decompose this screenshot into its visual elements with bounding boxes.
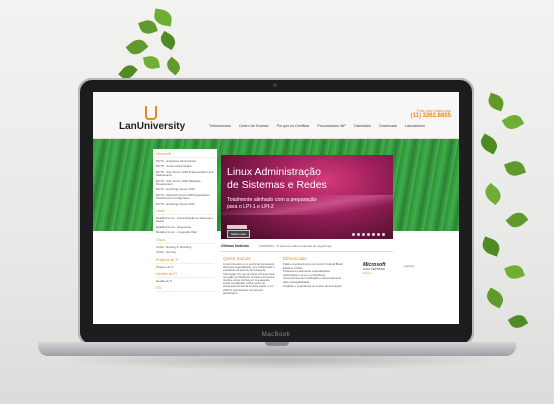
sidebar-link[interactable]: MCTS - Enterprise Administrator [156,159,214,163]
laptop-base [38,342,516,356]
sidebar-section-title: Microsoft [156,152,214,158]
laptop-brand: MacBook [261,332,291,338]
sidebar-section-title: Projetos de TI [156,258,214,264]
laptop-notch [265,342,289,346]
nav-item[interactable]: Laboratórios [405,124,425,128]
nav-item[interactable]: Downloads [379,124,397,128]
sidebar-link[interactable]: CCNA - Routing & Switching [156,245,214,249]
sidebar-link[interactable]: Projetos de TI [156,265,214,269]
news-ticker: Últimas Notícias 10/03/2012 - Ti precisa… [221,242,393,252]
site-logo[interactable]: LanUniversity [119,106,185,136]
nav-item[interactable]: Calendário [354,124,371,128]
carousel-dot[interactable] [352,233,355,236]
sidebar-link[interactable]: MCTS - Exchange Server 2010 [156,202,214,206]
carousel-dots [352,233,385,236]
logo-u-icon [145,106,157,120]
contact-box: Fale com Matrícula (11) 3262.8805 [411,108,451,119]
partner-side: Learning [404,265,415,268]
sidebar-section-title: ITIL [156,286,214,293]
banner-subtitle-line2: para o LPI-1 e LPI-2 [227,204,274,210]
partner-line: GOLD CERTIFIED [363,268,385,271]
hero-banner[interactable]: Linux Administração de Sistemas e Redes … [221,155,393,239]
sidebar-link[interactable]: MCTS - Server Administrator [156,164,214,168]
logo-text: LanUniversity [119,121,186,132]
news-heading: Últimas Notícias [221,244,249,248]
site-header: LanUniversity Treinamentos Centro de Exa… [93,92,459,139]
banner-title-line2: de Sistemas e Redes [227,179,327,191]
sidebar-section-title: Cisco [156,238,214,244]
sidebar-link[interactable]: MetaRed Linux - Segurança [156,225,214,229]
sidebar-link[interactable]: MCTS - Windows Server 2008 Applications … [156,193,214,201]
carousel-dot[interactable] [377,233,380,236]
sidebar-link[interactable]: MetaRed Linux - Administração de Sistema… [156,216,214,224]
about-heading: Quem Somos [223,256,251,261]
carousel-dot[interactable] [372,233,375,236]
differentials-heading: Diferenciais [283,256,307,261]
carousel-dot[interactable] [362,233,365,236]
sidebar-link[interactable]: MCTS - SQL Server 2008 Implementation an… [156,170,214,178]
banner-title-line1: Linux Administração [227,166,321,178]
sidebar-link[interactable]: MCTS - Exchange Server 2010 [156,188,214,192]
nav-item[interactable]: Centro de Exames [239,124,269,128]
about-text: A Lan University é um centro de treiname… [223,263,276,295]
nav-item[interactable]: Por que os Certificar [277,124,310,128]
carousel-dot[interactable] [357,233,360,236]
partner-tag: Partner [363,272,372,275]
partner-badge: Microsoft GOLD CERTIFIED Partner Learnin… [363,262,414,275]
differential-item: Tradição e experiência no ensino de tecn… [283,283,342,288]
plant-right [470,92,540,355]
sidebar-link[interactable]: Gestão de TI [156,279,214,283]
course-sidebar: Microsoft MCTS - Enterprise Administrato… [153,149,217,324]
sidebar-link[interactable]: CCNA - Security [156,250,214,254]
banner-logo-badge [227,225,247,229]
sidebar-link[interactable]: MCTS - SQL Server 2008 Database Developm… [156,179,214,187]
nav-item[interactable]: Treinamentos [209,124,231,128]
nav-item[interactable]: Procuradores IAP [317,124,345,128]
laptop-lid: LanUniversity Treinamentos Centro de Exa… [78,78,474,346]
sidebar-link[interactable]: MetaRed Linux - Integração Web [156,230,214,234]
main-nav: Treinamentos Centro de Exames Por que os… [209,124,425,128]
differentials-section: Diferenciais Sólido reconhecimento de Ce… [283,256,353,288]
sidebar-section-title: Linux [156,209,214,216]
carousel-dot[interactable] [382,233,385,236]
carousel-dot[interactable] [367,233,370,236]
contact-phone[interactable]: (11) 3262.8805 [411,113,451,119]
news-text[interactable]: 10/03/2012 - Ti precisa mudar conteúdo d… [259,244,331,248]
laptop-screen: LanUniversity Treinamentos Centro de Exa… [93,92,459,324]
banner-subtitle-line1: Totalmente alinhado com a preparação [227,197,317,203]
sidebar-section-title: Gestão de TI [156,272,214,278]
camera-dot [273,83,277,87]
about-section: Quem Somos A Lan University é um centro … [223,256,277,295]
banner-more-button[interactable]: Saiba mais [227,230,250,238]
